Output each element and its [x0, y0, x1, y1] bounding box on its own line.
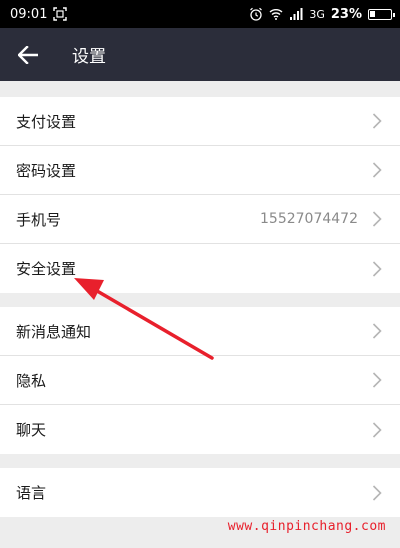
- chevron-right-icon: [372, 484, 382, 501]
- back-button[interactable]: [0, 28, 56, 81]
- settings-section-account: 支付设置 密码设置 手机号 15527074472 安全设置: [0, 97, 400, 293]
- page-title: 设置: [72, 47, 106, 67]
- watermark-text: www.qinpinchang.com: [227, 519, 386, 534]
- chevron-right-icon: [372, 421, 382, 438]
- alarm-icon: [250, 7, 263, 21]
- signal-icon: [290, 8, 303, 20]
- settings-item-label: 新消息通知: [16, 322, 92, 341]
- settings-item-chat[interactable]: 聊天: [0, 405, 400, 454]
- arrow-left-icon: [18, 45, 38, 64]
- settings-item-password[interactable]: 密码设置: [0, 146, 400, 195]
- settings-item-label: 密码设置: [16, 161, 77, 180]
- screenshot-icon: [53, 7, 68, 21]
- settings-item-payment[interactable]: 支付设置: [0, 97, 400, 146]
- settings-item-language[interactable]: 语言: [0, 468, 400, 517]
- settings-item-label: 支付设置: [16, 112, 77, 131]
- settings-section-language: 语言: [0, 468, 400, 517]
- phone-number-value: 15527074472: [260, 211, 358, 227]
- settings-item-label: 隐私: [16, 371, 47, 390]
- status-left: 09:01: [10, 6, 68, 22]
- chevron-right-icon: [372, 323, 382, 339]
- settings-item-label: 手机号: [16, 210, 62, 229]
- settings-item-label: 聊天: [16, 421, 47, 439]
- chevron-right-icon: [372, 162, 382, 178]
- status-time: 09:01: [10, 6, 48, 22]
- wifi-icon: [269, 9, 283, 20]
- settings-section-general: 新消息通知 隐私 聊天: [0, 307, 400, 454]
- status-right: 3G 23%: [249, 6, 395, 22]
- settings-item-label: 安全设置: [16, 260, 77, 278]
- battery-fill: [370, 10, 375, 17]
- settings-item-phone[interactable]: 手机号 15527074472: [0, 195, 400, 244]
- battery-percent: 23%: [330, 6, 362, 22]
- settings-item-notifications[interactable]: 新消息通知: [0, 307, 400, 356]
- chevron-right-icon: [372, 372, 382, 388]
- nav-bar: 设置: [0, 28, 400, 81]
- chevron-right-icon: [372, 113, 382, 129]
- settings-item-privacy[interactable]: 隐私: [0, 356, 400, 405]
- settings-item-label: 语言: [16, 484, 47, 502]
- settings-item-security[interactable]: 安全设置: [0, 244, 400, 293]
- battery-icon: [368, 8, 395, 20]
- network-type: 3G: [309, 7, 325, 21]
- chevron-right-icon: [372, 260, 382, 277]
- status-bar: 09:01 3G 23%: [0, 0, 400, 28]
- chevron-right-icon: [372, 211, 382, 227]
